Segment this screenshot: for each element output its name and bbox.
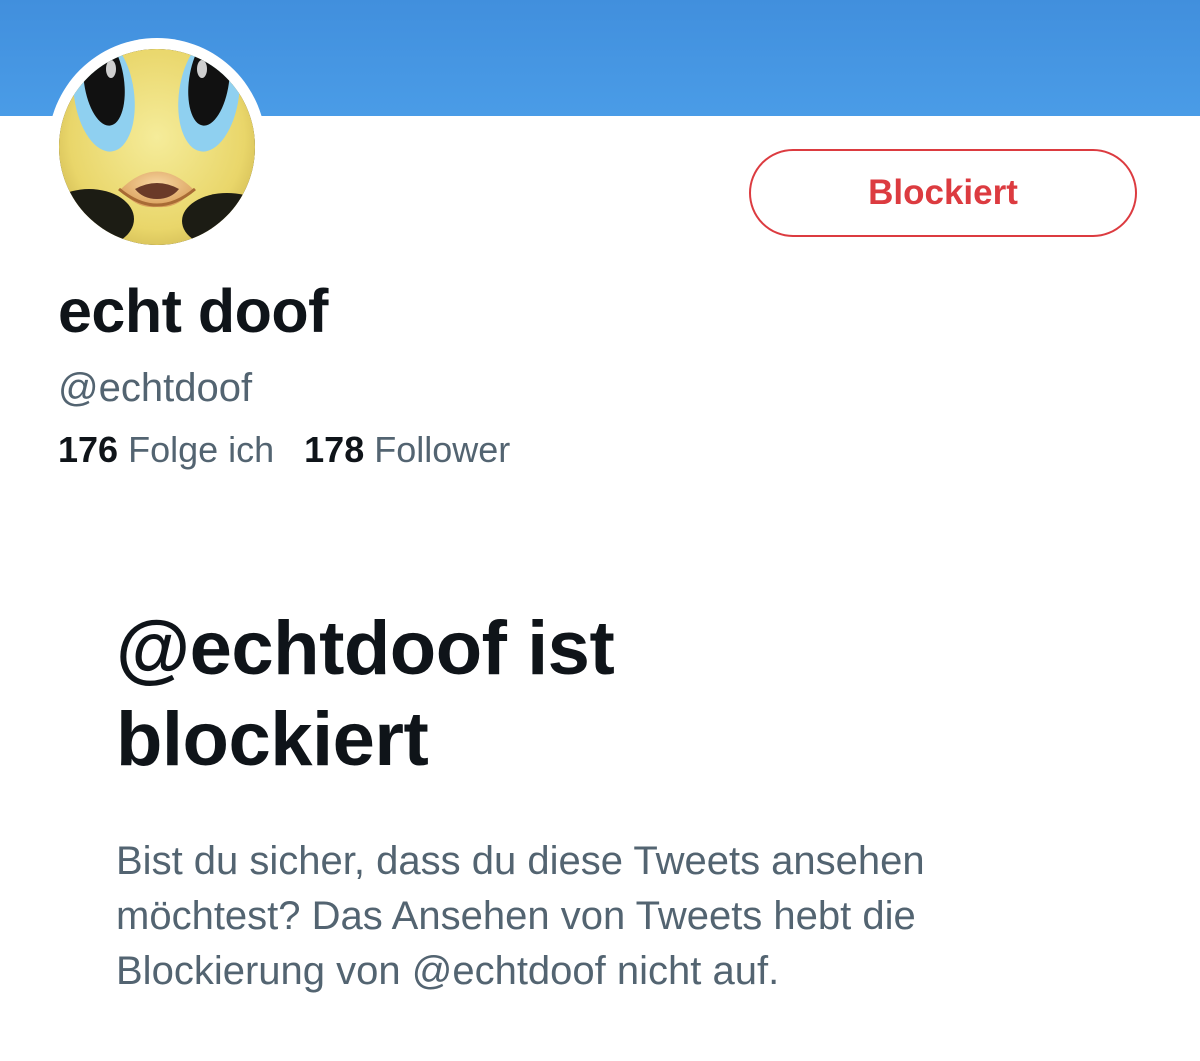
- following-label: Folge ich: [128, 429, 275, 470]
- blocked-title-line-2: blockiert: [116, 697, 429, 782]
- blocked-notice-title: @echtdoof ist blockiert: [116, 603, 916, 785]
- follow-stats: 176 Folge ich 178 Follower: [58, 430, 540, 470]
- avatar[interactable]: [48, 38, 266, 256]
- display-name: echt doof: [58, 277, 328, 345]
- user-handle: @echtdoof: [58, 366, 253, 410]
- blocked-notice-description: Bist du sicher, dass du diese Tweets ans…: [116, 839, 925, 993]
- following-link[interactable]: 176 Folge ich: [58, 430, 274, 470]
- following-count: 176: [58, 429, 119, 470]
- followers-label: Follower: [374, 429, 511, 470]
- blocked-button[interactable]: Blockiert: [749, 149, 1137, 237]
- blocked-title-line-1: @echtdoof ist: [116, 606, 615, 691]
- followers-count: 178: [304, 429, 365, 470]
- followers-link[interactable]: 178 Follower: [304, 430, 510, 470]
- profile-page: Blockiert echt doof @echtdoof 176 Folge …: [0, 0, 1200, 1061]
- yellow-cartoon-bird-avatar-icon: [59, 49, 255, 245]
